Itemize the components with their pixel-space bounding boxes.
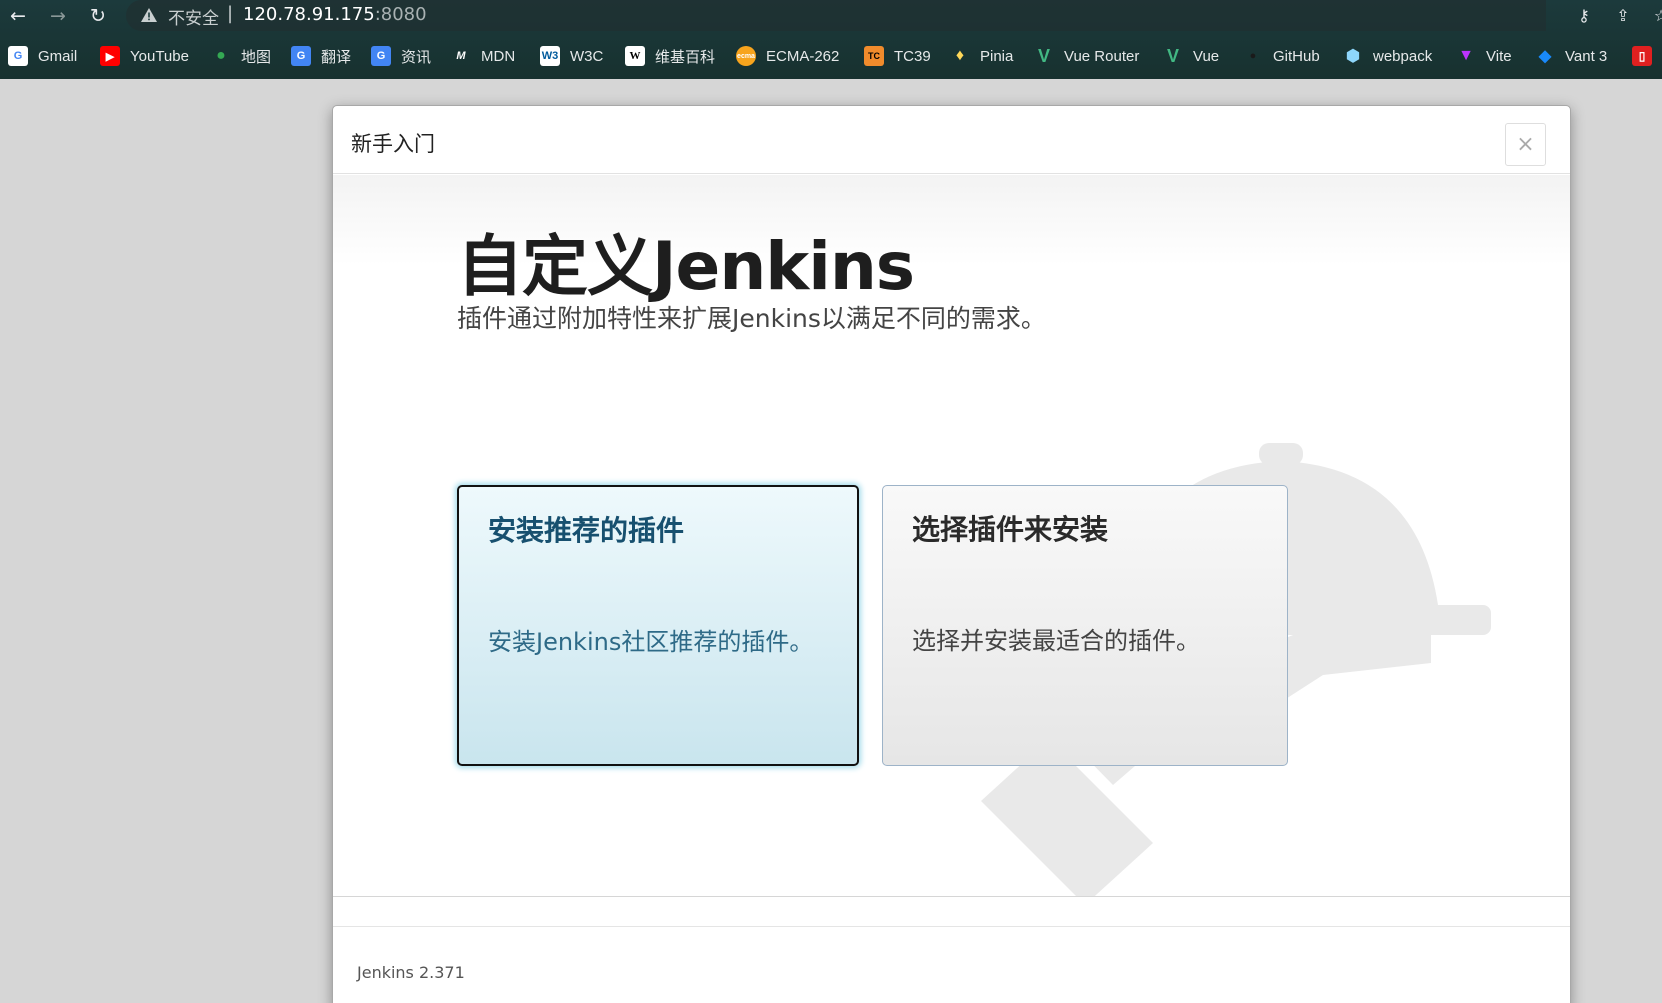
bookmark-label: 维基百科 xyxy=(655,48,716,66)
page-subheading: 插件通过附加特性来扩展Jenkins以满足不同的需求。 xyxy=(457,304,1046,333)
webpack-icon: ⬢ xyxy=(1346,48,1360,65)
bookmark-label: 地图 xyxy=(241,48,272,66)
browser-chrome: ← → ↻ 不安全 | 120.78.91.175:8080 ⚷ ⇪ ☆ G G… xyxy=(0,0,1662,79)
wikipedia-icon: W xyxy=(625,46,645,66)
dialog-body: 自定义Jenkins 插件通过附加特性来扩展Jenkins以满足不同的需求。 安… xyxy=(333,175,1570,896)
address-bar[interactable]: 不安全 | 120.78.91.175:8080 xyxy=(126,0,1546,31)
bookmark-overflow[interactable]: ▯ xyxy=(1632,43,1662,69)
reload-icon[interactable]: ↻ xyxy=(86,4,110,28)
bookmark-tc39[interactable]: TC TC39 xyxy=(864,43,931,69)
youtube-icon: ▶ xyxy=(100,46,120,66)
bookmark-label: ECMA-262 xyxy=(766,47,840,65)
footer-divider xyxy=(333,896,1570,897)
browser-toolbar: ← → ↻ 不安全 | 120.78.91.175:8080 ⚷ ⇪ ☆ xyxy=(0,0,1662,32)
url-text[interactable]: 120.78.91.175:8080 xyxy=(243,4,427,25)
option-description: 选择并安装最适合的插件。 xyxy=(912,627,1200,655)
install-suggested-plugins-option[interactable]: 安装推荐的插件 安装Jenkins社区推荐的插件。 xyxy=(457,485,859,766)
bookmark-label: Pinia xyxy=(980,47,1014,65)
jenkins-version: Jenkins 2.371 xyxy=(357,963,465,982)
page-heading: 自定义Jenkins xyxy=(457,228,915,305)
news-icon: G xyxy=(371,46,391,66)
bookmark-webpack[interactable]: ⬢ webpack xyxy=(1343,43,1432,69)
bookmark-label: Vue xyxy=(1193,47,1220,65)
option-description: 安装Jenkins社区推荐的插件。 xyxy=(488,628,814,656)
bookmark-translate[interactable]: G 翻译 xyxy=(291,43,351,69)
ecma-icon: ecma xyxy=(736,46,756,66)
vue-icon: V xyxy=(1037,45,1050,66)
bookmark-youtube[interactable]: ▶ YouTube xyxy=(100,43,189,69)
bookmark-news[interactable]: G 资讯 xyxy=(371,43,431,69)
bookmark-label: Vite xyxy=(1486,47,1512,65)
bookmark-label: MDN xyxy=(481,47,516,65)
translate-icon: G xyxy=(291,46,311,66)
tc39-icon: TC xyxy=(864,46,884,66)
option-title: 选择插件来安装 xyxy=(912,513,1109,546)
bookmark-w3c[interactable]: W3 W3C xyxy=(540,43,603,69)
star-icon[interactable]: ☆ xyxy=(1650,5,1662,27)
google-icon: G xyxy=(8,46,28,66)
bookmarks-bar: G Gmail ▶ YouTube ● 地图 G 翻译 G 资讯 M MDN W… xyxy=(0,40,1662,72)
bookmark-gmail[interactable]: G Gmail xyxy=(8,43,77,69)
mdn-icon: M xyxy=(456,50,466,62)
bookmark-label: YouTube xyxy=(130,47,189,65)
url-separator: | xyxy=(227,3,234,24)
dialog-title: 新手入门 xyxy=(351,132,435,156)
vant-icon: ◆ xyxy=(1538,48,1552,65)
bookmark-vant[interactable]: ◆ Vant 3 xyxy=(1535,43,1607,69)
bookmark-ecma[interactable]: ecma ECMA-262 xyxy=(736,43,839,69)
bookmark-mdn[interactable]: M MDN xyxy=(451,43,515,69)
bookmark-label: Gmail xyxy=(38,47,78,65)
forward-arrow-icon[interactable]: → xyxy=(46,4,70,28)
option-title: 安装推荐的插件 xyxy=(488,514,685,547)
bookmark-maps[interactable]: ● 地图 xyxy=(211,43,271,69)
bookmark-label: webpack xyxy=(1373,47,1433,65)
dialog-header: 新手入门 × xyxy=(333,106,1570,174)
bookmark-label: Vant 3 xyxy=(1565,47,1608,65)
bookmark-label: 资讯 xyxy=(401,48,432,66)
bookmark-vite[interactable]: ▼ Vite xyxy=(1456,43,1512,69)
warning-icon[interactable] xyxy=(140,6,158,24)
share-icon[interactable]: ⇪ xyxy=(1612,5,1634,27)
close-button[interactable]: × xyxy=(1505,123,1546,166)
bookmark-label: W3C xyxy=(570,47,604,65)
bookmark-pinia[interactable]: ♦ Pinia xyxy=(950,43,1013,69)
bookmark-vue[interactable]: V Vue xyxy=(1163,43,1219,69)
bookmark-label: GitHub xyxy=(1273,47,1320,65)
bookmark-vue-router[interactable]: V Vue Router xyxy=(1034,43,1139,69)
bookmark-wikipedia[interactable]: W 维基百科 xyxy=(625,43,715,69)
bookmark-label: TC39 xyxy=(894,47,931,65)
back-arrow-icon[interactable]: ← xyxy=(6,4,30,28)
setup-wizard-dialog: 新手入门 × 自定义Jenkins 插件通过附加特性来扩展Jenkins以满足不… xyxy=(332,105,1571,1003)
dialog-footer: Jenkins 2.371 xyxy=(333,926,1570,1003)
maps-icon: ● xyxy=(216,47,226,64)
w3c-icon: W3 xyxy=(540,46,560,66)
bookmark-github[interactable]: ● GitHub xyxy=(1243,43,1320,69)
url-host: 120.78.91.175 xyxy=(243,4,375,25)
key-icon[interactable]: ⚷ xyxy=(1573,5,1595,27)
bookmark-app-icon: ▯ xyxy=(1632,46,1652,66)
security-status-label[interactable]: 不安全 xyxy=(168,4,219,29)
pinia-icon: ♦ xyxy=(955,47,965,64)
bookmark-label: Vue Router xyxy=(1064,47,1140,65)
vue-icon: V xyxy=(1166,45,1179,66)
select-plugins-option[interactable]: 选择插件来安装 选择并安装最适合的插件。 xyxy=(882,485,1288,766)
vite-icon: ▼ xyxy=(1458,47,1474,64)
bookmark-label: 翻译 xyxy=(321,48,352,66)
url-port: :8080 xyxy=(374,4,427,25)
github-icon: ● xyxy=(1249,50,1257,62)
